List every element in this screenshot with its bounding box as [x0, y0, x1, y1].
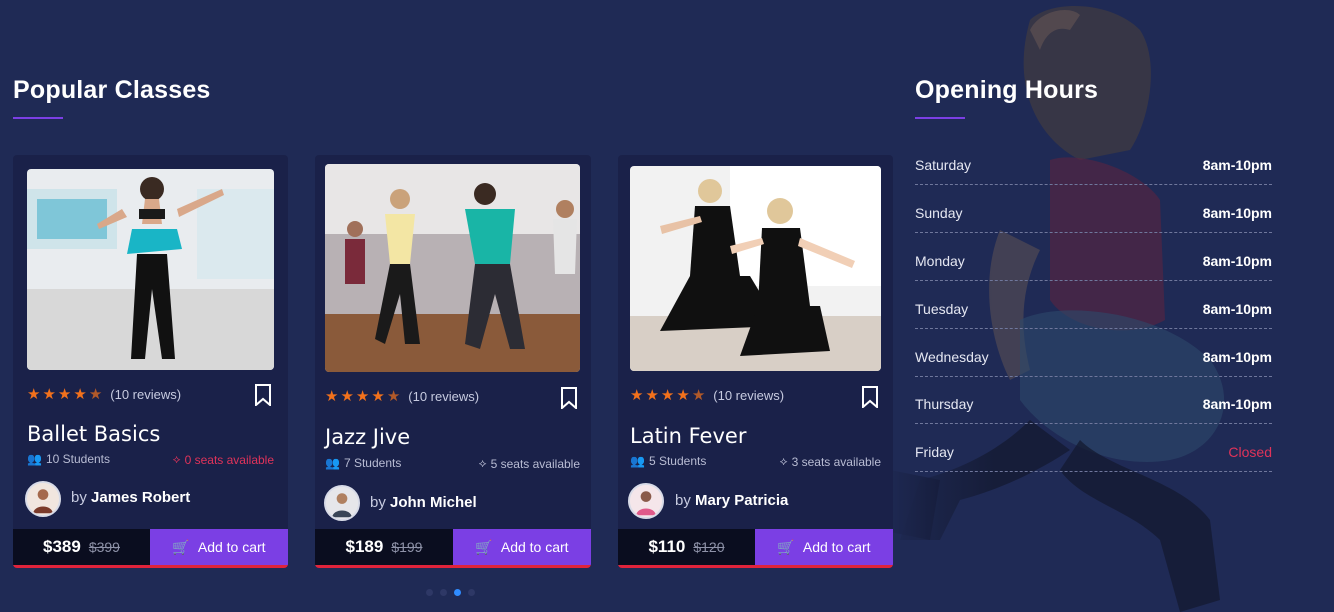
hours-time: 8am-10pm [1202, 396, 1272, 412]
hours-row: Thursday 8am-10pm [915, 376, 1272, 424]
price: $110 $120 [618, 529, 755, 565]
rating: ★ ★ ★ ★ ★ (10 reviews) [325, 387, 480, 405]
reviews-count: (10 reviews) [408, 389, 480, 404]
users-icon: 👥 [27, 452, 42, 466]
opening-hours-title: Opening Hours [915, 76, 1099, 104]
class-image-jazz[interactable] [325, 164, 580, 372]
avatar[interactable] [628, 483, 664, 519]
carousel-dot[interactable] [468, 589, 475, 596]
hours-day: Monday [915, 253, 965, 269]
add-to-cart-button[interactable]: 🛒 Add to cart [755, 529, 893, 565]
students-count: 👥 10 Students [27, 452, 111, 466]
price: $389 $399 [13, 529, 150, 565]
cart-icon: 🛒 [172, 538, 190, 555]
star-icon: ★ [57, 385, 72, 403]
star-icon: ★ [42, 385, 56, 403]
users-icon: 👥 [630, 454, 645, 468]
bookmark-icon[interactable] [861, 386, 879, 408]
popular-classes-title: Popular Classes [13, 76, 211, 104]
class-image-ballet[interactable] [27, 169, 274, 370]
students-count: 👥 5 Students [630, 454, 707, 468]
avatar[interactable] [25, 481, 61, 517]
add-to-cart-button[interactable]: 🛒 Add to cart [453, 529, 591, 565]
instructor-name[interactable]: by James Robert [71, 489, 190, 506]
hours-row: Tuesday 8am-10pm [915, 281, 1272, 329]
bookmark-icon[interactable] [560, 387, 578, 409]
carousel-dots [426, 589, 475, 596]
seats-available: ⟡ 3 seats available [779, 454, 881, 469]
star-icon: ★ [676, 386, 690, 404]
price-bar: $110 $120 🛒 Add to cart [618, 529, 893, 568]
class-title[interactable]: Jazz Jive [325, 425, 410, 449]
bookmark-icon[interactable] [254, 384, 272, 406]
star-icon: ★ [355, 387, 370, 405]
reviews-count: (10 reviews) [110, 387, 182, 402]
star-half-icon: ★ [88, 385, 103, 403]
hours-day: Saturday [915, 157, 972, 173]
cart-icon: 🛒 [475, 538, 493, 555]
price-bar: $189 $199 🛒 Add to cart [315, 529, 591, 568]
star-icon: ★ [660, 386, 675, 404]
rating: ★ ★ ★ ★ ★ (10 reviews) [630, 386, 785, 404]
hours-time: 8am-10pm [1202, 349, 1272, 365]
star-icon: ★ [371, 387, 385, 405]
seats-available: ⟡ 0 seats available [172, 452, 274, 467]
hours-time: 8am-10pm [1202, 157, 1272, 173]
popular-title-underline [13, 117, 63, 119]
hours-row: Friday Closed [915, 424, 1272, 472]
students-count: 👥 7 Students [325, 456, 402, 470]
seats-available: ⟡ 5 seats available [478, 456, 580, 471]
hours-row: Wednesday 8am-10pm [915, 329, 1272, 377]
add-to-cart-button[interactable]: 🛒 Add to cart [150, 529, 288, 565]
hours-day: Thursday [915, 396, 974, 412]
hours-time: 8am-10pm [1202, 205, 1272, 221]
ticket-icon: ⟡ [172, 452, 181, 466]
class-image-latin[interactable] [630, 166, 881, 371]
class-title[interactable]: Latin Fever [630, 424, 746, 448]
hours-title-underline [915, 117, 965, 119]
instructor-name[interactable]: by Mary Patricia [675, 492, 788, 509]
hours-time-closed: Closed [1228, 444, 1272, 460]
star-icon: ★ [340, 387, 354, 405]
class-card[interactable]: ★ ★ ★ ★ ★ (10 reviews) Ballet Basics 👥 1… [13, 155, 288, 568]
carousel-dot[interactable] [426, 589, 433, 596]
hours-day: Wednesday [915, 349, 989, 365]
instructor-name[interactable]: by John Michel [370, 494, 477, 511]
hours-day: Tuesday [915, 301, 969, 317]
class-title[interactable]: Ballet Basics [27, 422, 160, 446]
hours-day: Sunday [915, 205, 963, 221]
hours-time: 8am-10pm [1202, 253, 1272, 269]
ticket-icon: ⟡ [478, 456, 487, 470]
price: $189 $199 [315, 529, 453, 565]
star-icon: ★ [630, 386, 644, 404]
reviews-count: (10 reviews) [713, 388, 785, 403]
hours-row: Saturday 8am-10pm [915, 137, 1272, 185]
rating: ★ ★ ★ ★ ★ (10 reviews) [27, 385, 182, 403]
carousel-dot[interactable] [440, 589, 447, 596]
hours-row: Sunday 8am-10pm [915, 185, 1272, 233]
price-bar: $389 $399 🛒 Add to cart [13, 529, 288, 568]
hours-time: 8am-10pm [1202, 301, 1272, 317]
star-half-icon: ★ [386, 387, 401, 405]
hours-row: Monday 8am-10pm [915, 233, 1272, 281]
star-icon: ★ [27, 385, 41, 403]
class-card[interactable]: ★ ★ ★ ★ ★ (10 reviews) Jazz Jive 👥 7 Stu… [315, 155, 591, 568]
star-icon: ★ [645, 386, 659, 404]
avatar[interactable] [324, 485, 360, 521]
star-icon: ★ [325, 387, 339, 405]
hours-day: Friday [915, 444, 954, 460]
cart-icon: 🛒 [777, 538, 795, 555]
star-half-icon: ★ [691, 386, 706, 404]
star-icon: ★ [73, 385, 87, 403]
ticket-icon: ⟡ [779, 454, 788, 468]
users-icon: 👥 [325, 456, 340, 470]
carousel-dot-active[interactable] [454, 589, 461, 596]
class-card[interactable]: ★ ★ ★ ★ ★ (10 reviews) Latin Fever 👥 5 S… [618, 155, 893, 568]
